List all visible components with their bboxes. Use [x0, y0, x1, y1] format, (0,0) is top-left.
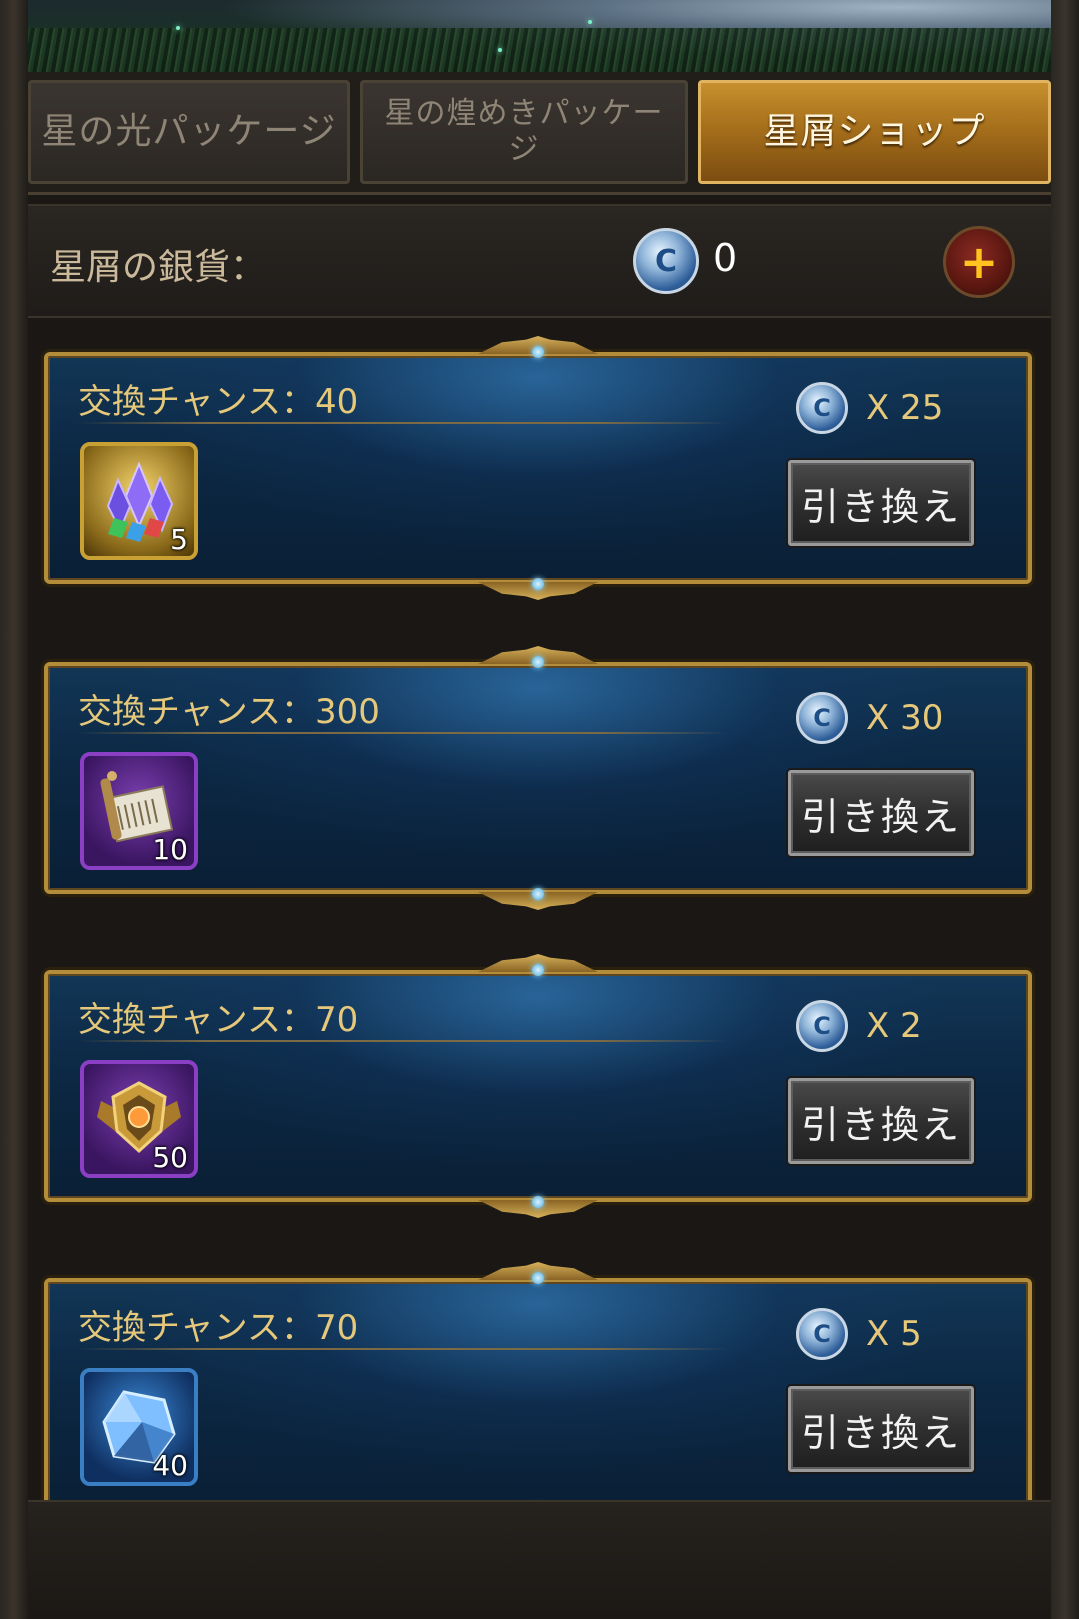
divider: [78, 1040, 728, 1042]
exchange-button[interactable]: 引き換え: [788, 770, 974, 856]
price-text: X 25: [866, 388, 944, 428]
item-quantity: 40: [152, 1449, 188, 1482]
divider: [78, 1348, 728, 1350]
shop-item-card: 交換チャンス：40 C X 25 5 引き換え: [44, 336, 1032, 584]
currency-label: 星屑の銀貨：: [50, 247, 267, 288]
exchange-chance-label: 交換チャンス：300: [78, 692, 380, 732]
price: C X 30: [796, 688, 943, 748]
card-gem: [532, 964, 544, 976]
exchange-chance-label: 交換チャンス：70: [78, 1308, 359, 1348]
card-gem: [532, 1272, 544, 1284]
item-quantity: 50: [152, 1141, 188, 1174]
tab-starlight-package[interactable]: 星の光パッケージ: [28, 80, 350, 184]
price: C X 2: [796, 996, 922, 1056]
silver-coin-icon: C: [796, 1308, 848, 1360]
divider: [78, 422, 728, 424]
shop-item-card: 交換チャンス：70 C X 2 50 引き換え: [44, 954, 1032, 1202]
card-gem: [532, 578, 544, 590]
silver-coin-icon: C: [633, 228, 699, 294]
tab-bar: 星の光パッケージ 星の煌めきパッケージ 星屑ショップ: [28, 72, 1051, 195]
crystal-cluster-icon[interactable]: 5: [80, 442, 198, 560]
card-gem: [532, 1196, 544, 1208]
firefly-sparkle: [588, 20, 592, 24]
tab-starglow-package[interactable]: 星の煌めきパッケージ: [360, 80, 688, 184]
left-frame: [0, 0, 28, 1619]
exchange-button[interactable]: 引き換え: [788, 1386, 974, 1472]
add-currency-button[interactable]: +: [943, 226, 1015, 298]
currency-row: 星屑の銀貨： C 0 +: [28, 204, 1051, 318]
shop-item-card: 交換チャンス：300 C X 30 10 引き換え: [44, 646, 1032, 894]
price: C X 5: [796, 1304, 922, 1364]
emblem-icon[interactable]: 50: [80, 1060, 198, 1178]
exchange-button[interactable]: 引き換え: [788, 1078, 974, 1164]
silver-coin-icon: C: [796, 692, 848, 744]
item-quantity: 10: [152, 833, 188, 866]
shop-item-card: 交換チャンス：70 C X 5 40 引き換え: [44, 1262, 1032, 1510]
price-text: X 5: [866, 1314, 922, 1354]
price-text: X 2: [866, 1006, 922, 1046]
card-gem: [532, 346, 544, 358]
price-text: X 30: [866, 698, 944, 738]
silver-coin-icon: C: [796, 1000, 848, 1052]
currency-value: 0: [713, 236, 738, 280]
card-gem: [532, 888, 544, 900]
bottom-bar: [28, 1500, 1051, 1619]
exchange-chance-label: 交換チャンス：70: [78, 1000, 359, 1040]
exchange-button[interactable]: 引き換え: [788, 460, 974, 546]
firefly-sparkle: [176, 26, 180, 30]
item-quantity: 5: [170, 523, 188, 556]
top-banner-scenery: [28, 0, 1051, 72]
scroll-icon[interactable]: 10: [80, 752, 198, 870]
card-gem: [532, 656, 544, 668]
ice-crystal-icon[interactable]: 40: [80, 1368, 198, 1486]
silver-coin-icon: C: [796, 382, 848, 434]
exchange-chance-label: 交換チャンス：40: [78, 382, 359, 422]
tab-stardust-shop[interactable]: 星屑ショップ: [698, 80, 1051, 184]
right-frame: [1051, 0, 1079, 1619]
banner-grass: [28, 28, 1051, 72]
price: C X 25: [796, 378, 943, 438]
divider: [78, 732, 728, 734]
firefly-sparkle: [498, 48, 502, 52]
